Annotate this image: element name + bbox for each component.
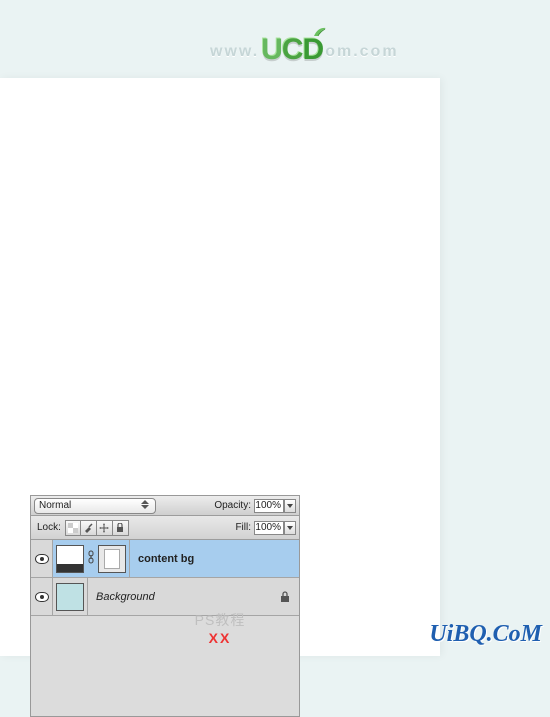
layer-thumbnail[interactable]: [56, 583, 84, 611]
site-url-logo: www. UCD om.com: [210, 30, 399, 64]
opacity-dropdown[interactable]: [284, 499, 296, 513]
lock-position-button[interactable]: [97, 520, 113, 536]
brush-icon: [83, 523, 93, 533]
lock-buttons-group: [65, 520, 129, 536]
opacity-input[interactable]: 100%: [254, 499, 284, 513]
layers-panel: Normal Opacity: 100% Lock:: [30, 495, 300, 717]
ucd-logo: UCD: [261, 33, 323, 67]
mask-link-icon[interactable]: [86, 550, 96, 567]
eye-icon: [35, 554, 49, 564]
lock-icon: [115, 523, 125, 533]
footer-caption: PS教程 XX: [0, 610, 440, 646]
document-canvas: Normal Opacity: 100% Lock:: [0, 78, 440, 656]
mask-thumbnail[interactable]: [98, 545, 126, 573]
layer-name-label[interactable]: Background: [96, 591, 155, 603]
opacity-label: Opacity:: [214, 500, 251, 511]
layers-panel-lock-row: Lock: Fill: 100%: [31, 516, 299, 540]
footer-line-1: PS教程: [0, 610, 440, 630]
page-header: www. UCD om.com: [0, 0, 550, 78]
layer-thumbnail[interactable]: [56, 545, 84, 573]
lock-transparent-button[interactable]: [65, 520, 81, 536]
lock-label: Lock:: [37, 522, 61, 533]
fill-input[interactable]: 100%: [254, 521, 284, 535]
layer-lock-icon: [279, 591, 291, 603]
lock-all-button[interactable]: [113, 520, 129, 536]
stepper-icon: [141, 500, 153, 512]
footer-line-2: XX: [0, 630, 440, 646]
url-prefix: www.: [210, 43, 259, 61]
eye-icon: [35, 592, 49, 602]
logo-letter-c: C: [282, 33, 303, 66]
logo-letter-d: D: [303, 33, 324, 66]
url-suffix: om.com: [325, 43, 398, 61]
lock-pixels-button[interactable]: [81, 520, 97, 536]
blend-mode-select[interactable]: Normal: [34, 498, 156, 514]
logo-letter-u: U: [261, 33, 282, 66]
layer-thumbs: [53, 540, 130, 577]
layer-name-label[interactable]: content bg: [138, 553, 194, 565]
visibility-toggle[interactable]: [31, 540, 53, 577]
layers-panel-top-row: Normal Opacity: 100%: [31, 496, 299, 516]
fill-label: Fill:: [235, 522, 251, 533]
layer-row-content-bg[interactable]: content bg: [31, 540, 299, 578]
move-icon: [99, 523, 109, 533]
fill-dropdown[interactable]: [284, 521, 296, 535]
leaf-icon: [313, 27, 327, 37]
lock-transparent-icon: [68, 523, 78, 533]
watermark: UiBQ.CoM: [429, 621, 542, 648]
blend-mode-value: Normal: [39, 500, 71, 511]
